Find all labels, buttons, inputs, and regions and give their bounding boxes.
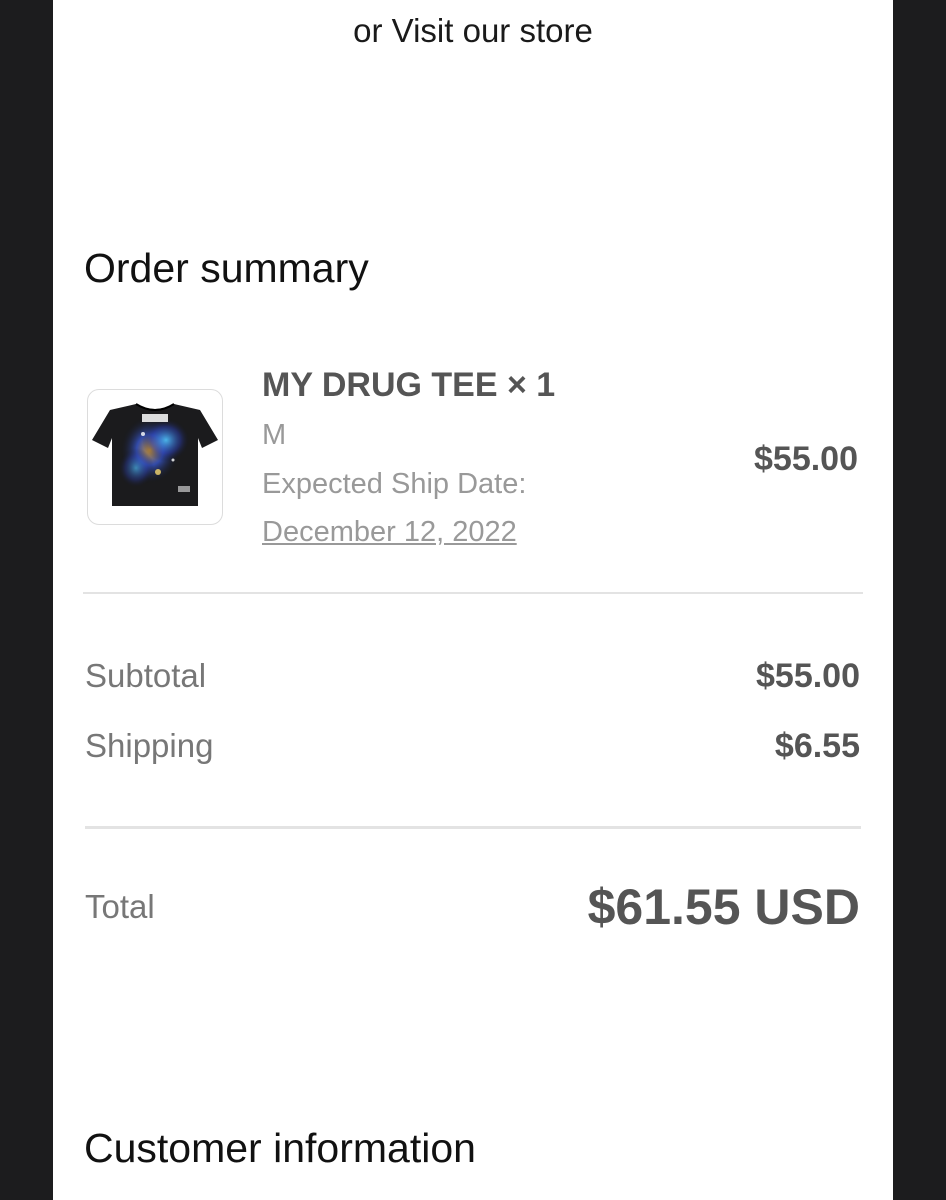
shipping-value: $6.55 bbox=[774, 727, 860, 765]
expected-ship-date[interactable]: December 12, 2022 bbox=[262, 516, 517, 549]
expected-ship-label: Expected Ship Date: bbox=[262, 468, 527, 500]
item-name: MY DRUG TEE × 1 bbox=[262, 366, 556, 404]
item-price: $55.00 bbox=[754, 440, 858, 478]
email-content: or Visit our store Order summary MY DRUG… bbox=[53, 0, 893, 1200]
subtotal-value: $55.00 bbox=[756, 657, 860, 695]
total-value: $61.55 USD bbox=[587, 879, 860, 935]
customer-information-title: Customer information bbox=[84, 1125, 476, 1171]
subtotal-label: Subtotal bbox=[85, 657, 207, 694]
item-variant: M bbox=[262, 419, 287, 451]
order-summary-title: Order summary bbox=[84, 245, 369, 291]
shipping-label: Shipping bbox=[85, 727, 214, 764]
total-label: Total bbox=[85, 888, 155, 925]
product-thumbnail bbox=[87, 389, 223, 525]
divider bbox=[83, 592, 863, 594]
tshirt-image bbox=[92, 403, 218, 506]
visit-store-link[interactable]: or Visit our store bbox=[53, 12, 893, 50]
divider bbox=[85, 826, 861, 829]
